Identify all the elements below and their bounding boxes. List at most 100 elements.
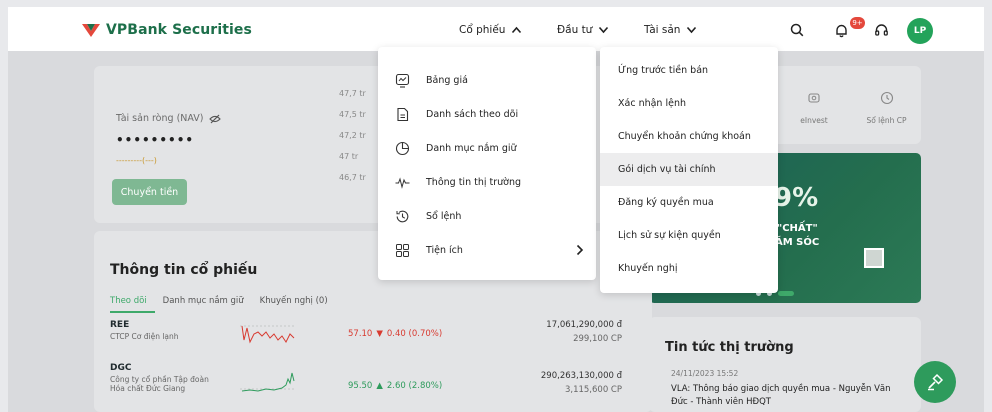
- axis-tick: 47,2 tr: [339, 131, 366, 140]
- menu-item-portfolio[interactable]: Danh mục nắm giữ: [378, 131, 596, 165]
- menu-item-label: Tiện ích: [426, 244, 463, 256]
- news-card: Tin tức thị trường 24/11/2023 15:52 VLA:…: [649, 317, 921, 412]
- market-pulse-icon: [395, 177, 410, 189]
- banner-text: ĂM SÓC: [775, 237, 820, 248]
- menu-item-order-book[interactable]: Sổ lệnh: [378, 199, 596, 233]
- menu-item-label: Danh sách theo dõi: [426, 108, 519, 120]
- avatar[interactable]: LP: [907, 18, 933, 44]
- nav-invest[interactable]: Đầu tư: [557, 24, 609, 36]
- watchlist-icon: [397, 107, 409, 122]
- submenu-item-rights-registration[interactable]: Đăng ký quyền mua: [600, 186, 778, 219]
- stock-symbol: DGC: [110, 363, 132, 373]
- nav-row: Tài sản ròng (NAV): [116, 113, 222, 124]
- history-icon: [396, 210, 409, 223]
- submenu-item-recommendations[interactable]: Khuyến nghị: [600, 252, 778, 285]
- eye-hidden-icon[interactable]: [209, 114, 222, 124]
- order-book-icon: [880, 91, 893, 105]
- submenu-item-confirm-order[interactable]: Xác nhận lệnh: [600, 87, 778, 120]
- news-headline[interactable]: VLA: Thông báo giao dịch quyền mua - Ngu…: [671, 383, 901, 409]
- submenu-item-rights-history[interactable]: Lịch sử sự kiện quyền: [600, 219, 778, 252]
- headset-icon: [874, 23, 888, 36]
- axis-tick: 47,7 tr: [339, 89, 366, 98]
- nav-chart-axis: 47,7 tr 47,5 tr 47,2 tr 47 tr 46,7 tr: [339, 83, 366, 188]
- search-button[interactable]: [786, 19, 808, 41]
- stock-volume: 299,100 CP: [573, 334, 622, 344]
- up-arrow-icon: ▲: [376, 381, 383, 391]
- sparkline-chart: [240, 372, 296, 392]
- nav-stocks[interactable]: Cổ phiếu: [459, 24, 522, 36]
- shortcut-label: eInvest: [800, 116, 828, 125]
- stock-price: 95.50: [348, 381, 373, 391]
- banner-percent: 9%: [774, 183, 819, 213]
- stock-info-title: Thông tin cổ phiếu: [110, 262, 258, 278]
- nav-assets[interactable]: Tài sản: [644, 24, 697, 36]
- stock-change: 2.60 (2.80%): [386, 381, 443, 391]
- menu-item-label: Danh mục nắm giữ: [426, 142, 517, 154]
- chevron-down-icon: [599, 26, 609, 34]
- menu-item-label: Thông tin thị trường: [426, 176, 522, 188]
- stock-name: Công ty cổ phần Tập đoàn Hóa chất Đức Gi…: [110, 375, 209, 393]
- submenu-item-securities-transfer[interactable]: Chuyển khoản chứng khoán: [600, 120, 778, 153]
- search-icon: [790, 23, 804, 37]
- brand-logo[interactable]: VPBank Securities: [80, 21, 252, 39]
- tab-recommendations[interactable]: Khuyến nghị (0): [260, 296, 328, 306]
- submenu-item-advance-sale[interactable]: Ứng trước tiền bán: [600, 54, 778, 87]
- bell-icon: [835, 24, 847, 37]
- nav-change-value: ---------(---): [116, 156, 157, 165]
- notification-button[interactable]: [830, 19, 852, 41]
- chevron-right-icon: [576, 244, 584, 256]
- shortcut-label: Sổ lệnh CP: [866, 116, 907, 125]
- menu-item-label: Sổ lệnh: [426, 210, 462, 222]
- support-button[interactable]: [870, 19, 892, 41]
- axis-tick: 47 tr: [339, 152, 359, 161]
- price-board-icon: [395, 73, 410, 88]
- portfolio-icon: [395, 141, 410, 156]
- nav-invest-label: Đầu tư: [557, 24, 593, 36]
- active-tab-indicator: [110, 311, 155, 313]
- stock-change: 0.40 (0.70%): [386, 329, 443, 339]
- axis-tick: 46,7 tr: [339, 173, 366, 182]
- tab-portfolio[interactable]: Danh mục nắm giữ: [163, 296, 244, 306]
- hammer-icon: [928, 373, 944, 391]
- stocks-dropdown-menu: Bảng giá Danh sách theo dõi Danh mục nắm…: [378, 47, 596, 280]
- stock-value: 17,061,290,000 đ: [546, 320, 622, 330]
- stock-name: CTCP Cơ điện lạnh: [110, 332, 179, 341]
- tab-watchlist[interactable]: Theo dõi: [110, 296, 147, 306]
- menu-item-label: Bảng giá: [426, 74, 468, 86]
- chevron-down-icon: [687, 26, 697, 34]
- stock-price-change: 95.50 ▲ 2.60 (2.80%): [348, 381, 442, 391]
- table-row[interactable]: DGC Công ty cổ phần Tập đoàn Hóa chất Đứ…: [94, 363, 652, 412]
- menu-item-price-board[interactable]: Bảng giá: [378, 63, 596, 97]
- stock-symbol: REE: [110, 320, 130, 330]
- menu-item-watchlist[interactable]: Danh sách theo dõi: [378, 97, 596, 131]
- qr-code-icon: [864, 248, 884, 268]
- nav-masked-value: •••••••••: [116, 133, 195, 147]
- shortcut-order-book[interactable]: Sổ lệnh CP: [859, 90, 914, 125]
- shortcut-einvest[interactable]: eInvest: [794, 90, 834, 125]
- table-row[interactable]: REE CTCP Cơ điện lạnh 57.10 ▼ 0.40 (0.70…: [94, 320, 652, 362]
- nav-label: Tài sản ròng (NAV): [116, 113, 204, 124]
- nav-assets-label: Tài sản: [644, 24, 681, 36]
- notification-badge: 9+: [850, 17, 865, 29]
- stock-value: 290,263,130,000 đ: [540, 371, 622, 381]
- news-time: 24/11/2023 15:52: [671, 369, 739, 378]
- banner-text: "CHẤT": [777, 223, 818, 234]
- utilities-icon: [396, 244, 409, 257]
- stock-tabs: Theo dõi Danh mục nắm giữ Khuyến nghị (0…: [110, 296, 328, 306]
- floating-action-button[interactable]: [914, 361, 956, 403]
- brand-name: VPBank Securities: [106, 22, 252, 38]
- einvest-icon: [808, 93, 820, 103]
- axis-tick: 47,5 tr: [339, 110, 366, 119]
- transfer-button[interactable]: Chuyển tiền: [112, 179, 187, 205]
- down-arrow-icon: ▼: [376, 329, 383, 339]
- menu-item-market-info[interactable]: Thông tin thị trường: [378, 165, 596, 199]
- menu-item-utilities[interactable]: Tiện ích: [378, 233, 596, 267]
- nav-stocks-label: Cổ phiếu: [459, 24, 506, 36]
- stock-price: 57.10: [348, 329, 373, 339]
- utilities-submenu: Ứng trước tiền bán Xác nhận lệnh Chuyển …: [600, 47, 778, 293]
- sparkline-chart: [240, 325, 296, 344]
- news-title: Tin tức thị trường: [665, 340, 794, 355]
- chevron-up-icon: [512, 26, 522, 34]
- carousel-dot-active[interactable]: [778, 291, 794, 296]
- submenu-item-financial-package[interactable]: Gói dịch vụ tài chính: [600, 153, 778, 186]
